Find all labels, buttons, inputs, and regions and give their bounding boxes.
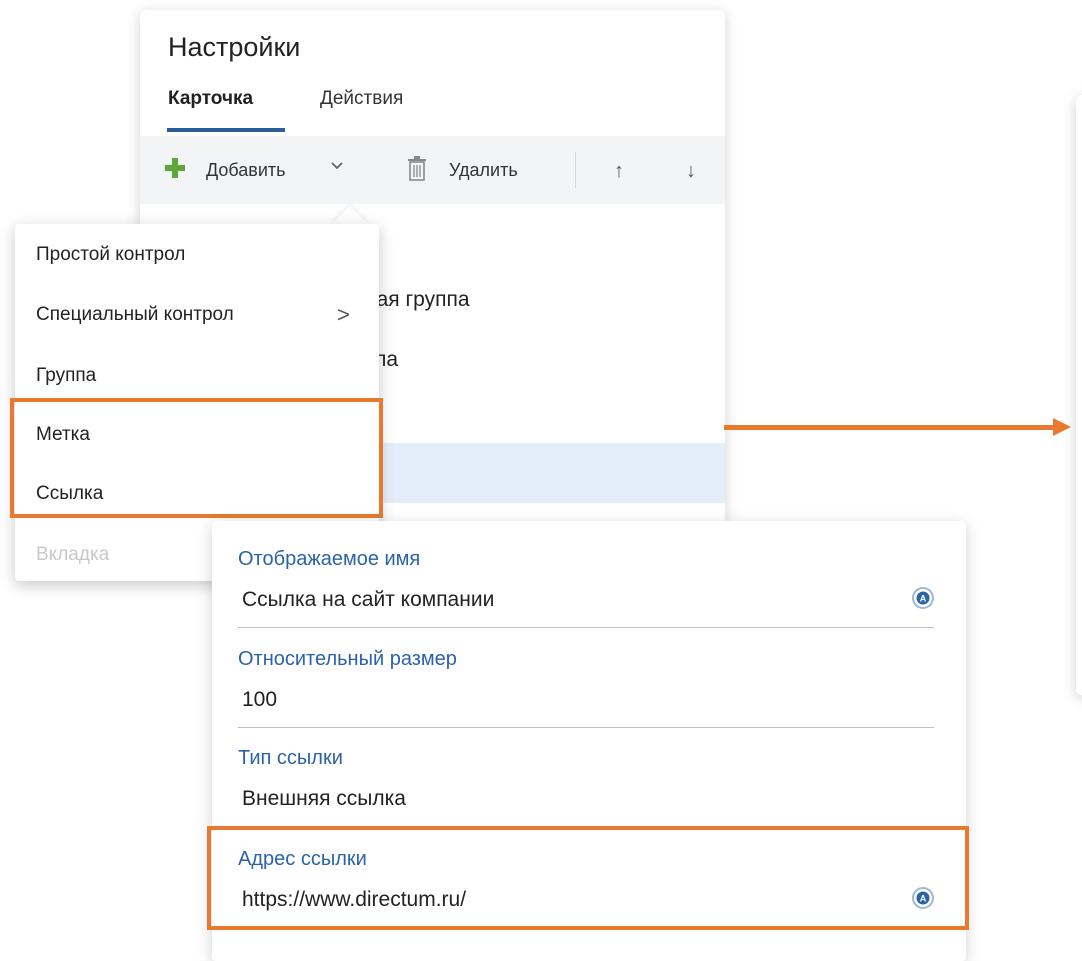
relative-size-input[interactable]: 100 xyxy=(242,688,277,712)
menu-item-label: Группа xyxy=(36,365,97,386)
menu-item-label: Простой контрол xyxy=(36,244,186,265)
tree-item-label: ная группа xyxy=(365,288,470,311)
display-name-input[interactable]: Ссылка на сайт компании xyxy=(242,588,494,612)
menu-item-label: Специальный контрол xyxy=(36,304,234,325)
arrow-up-icon[interactable]: ↑ xyxy=(614,160,624,183)
chevron-right-icon: > xyxy=(337,302,350,327)
field-underline xyxy=(238,727,934,728)
plus-icon[interactable] xyxy=(163,156,189,182)
highlight-box-menu xyxy=(10,398,383,518)
tab-actions[interactable]: Действия xyxy=(320,88,403,110)
svg-text:A: A xyxy=(920,594,927,604)
arrow-down-icon[interactable]: ↓ xyxy=(686,160,696,183)
callout-arrow-line xyxy=(724,425,1058,430)
toolbar-separator xyxy=(575,152,576,188)
active-tab-indicator xyxy=(167,128,285,132)
localization-icon[interactable]: A xyxy=(911,586,935,610)
delete-button[interactable]: Удалить xyxy=(449,160,518,181)
trash-icon[interactable] xyxy=(406,156,428,187)
menu-item-special-control[interactable]: Специальный контрол > xyxy=(15,287,379,345)
menu-item-label: Вкладка xyxy=(36,544,110,565)
toolbar: Добавить Удалить ↑ ↓ xyxy=(140,136,725,204)
secondary-panel-edge xyxy=(1076,95,1082,695)
field-label: Тип ссылки xyxy=(238,747,343,769)
field-label: Относительный размер xyxy=(238,648,457,670)
field-label: Отображаемое имя xyxy=(238,548,421,570)
menu-item-simple-control[interactable]: Простой контрол xyxy=(15,227,379,285)
highlight-box-link-address xyxy=(207,826,969,930)
menu-caret xyxy=(332,206,368,224)
tab-card[interactable]: Карточка xyxy=(168,88,253,110)
panel-title: Настройки xyxy=(168,32,301,62)
field-underline xyxy=(238,627,934,628)
callout-arrow-head xyxy=(1053,418,1071,436)
chevron-down-icon[interactable] xyxy=(329,158,345,179)
add-button[interactable]: Добавить xyxy=(206,160,286,181)
link-type-select[interactable]: Внешняя ссылка xyxy=(242,787,406,811)
